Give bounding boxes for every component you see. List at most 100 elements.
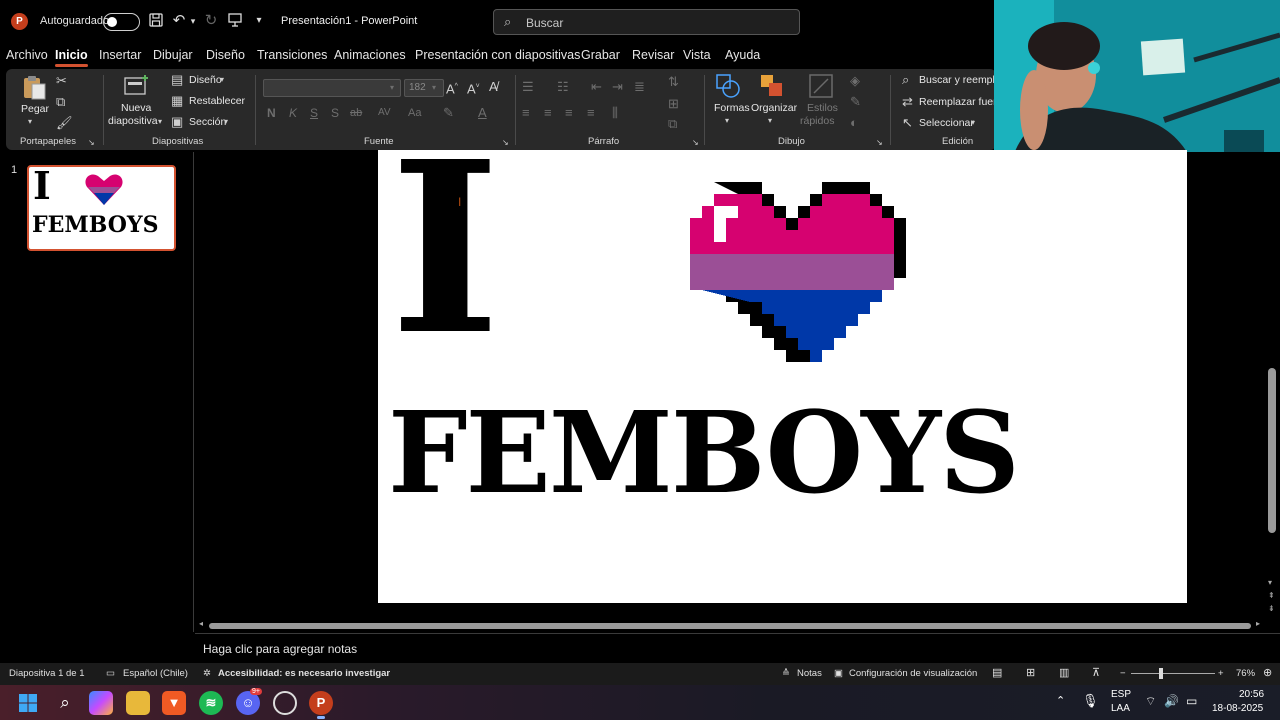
font-size-dropdown-icon[interactable]: ▾ bbox=[432, 80, 436, 96]
align-text-icon[interactable]: ⊞ bbox=[668, 96, 679, 112]
obs-icon[interactable] bbox=[273, 691, 297, 715]
align-right-icon[interactable]: ≡ bbox=[565, 105, 573, 121]
slideshow-icon[interactable]: ⊼ bbox=[1092, 666, 1100, 679]
input-language[interactable]: ESP bbox=[1111, 689, 1131, 700]
align-left-icon[interactable]: ≡ bbox=[522, 105, 530, 121]
shapes-dropdown-icon[interactable]: ▾ bbox=[725, 113, 729, 129]
tab-animaciones[interactable]: Animaciones bbox=[334, 48, 406, 62]
slide-thumbnail[interactable]: I FEMBOYS bbox=[27, 165, 176, 251]
layout-button[interactable]: Diseño bbox=[189, 74, 222, 86]
tab-revisar[interactable]: Revisar bbox=[632, 48, 674, 62]
shapes-button[interactable]: Formas bbox=[714, 102, 750, 114]
arrange-icon[interactable] bbox=[759, 73, 785, 99]
layout-dropdown-icon[interactable]: ▾ bbox=[220, 72, 224, 88]
cut-icon[interactable]: ✂ bbox=[56, 73, 67, 89]
proofing-icon[interactable]: ▭ bbox=[106, 668, 115, 679]
zoom-out-icon[interactable]: − bbox=[1120, 668, 1126, 679]
highlight-icon[interactable]: ✎ bbox=[443, 105, 454, 121]
present-icon[interactable] bbox=[226, 12, 244, 30]
normal-view-icon[interactable]: ▤ bbox=[992, 666, 1002, 679]
reset-icon[interactable]: ▦ bbox=[171, 93, 183, 109]
arrange-dropdown-icon[interactable]: ▾ bbox=[768, 113, 772, 129]
powerpoint-taskbar-icon[interactable]: P bbox=[309, 691, 333, 719]
slide-sorter-icon[interactable]: ⊞ bbox=[1026, 666, 1035, 679]
battery-icon[interactable]: ▭ bbox=[1186, 694, 1197, 708]
italic-button[interactable]: K bbox=[289, 105, 297, 121]
increase-indent-icon[interactable]: ⇥ bbox=[612, 79, 623, 95]
shape-effects-icon[interactable]: ◐ bbox=[850, 115, 858, 131]
shapes-icon[interactable] bbox=[715, 73, 741, 99]
reading-view-icon[interactable]: ▥ bbox=[1059, 666, 1069, 679]
clock-time[interactable]: 20:56 bbox=[1239, 689, 1264, 700]
tab-inicio[interactable]: Inicio bbox=[55, 48, 88, 67]
text-direction-icon[interactable]: ⇅ bbox=[668, 74, 679, 90]
file-explorer-icon[interactable] bbox=[126, 691, 150, 715]
align-center-icon[interactable]: ≡ bbox=[544, 105, 552, 121]
fit-to-window-icon[interactable]: ⊕ bbox=[1263, 666, 1272, 679]
slide-canvas[interactable]: I FEMBOYS bbox=[378, 150, 1187, 603]
notes-placeholder[interactable]: Haga clic para agregar notas bbox=[203, 642, 357, 656]
font-color-icon[interactable]: A bbox=[478, 105, 487, 121]
show-hidden-icons[interactable]: ⌃ bbox=[1056, 694, 1065, 707]
arrange-button[interactable]: Organizar bbox=[751, 102, 797, 114]
slide-word-femboys[interactable]: FEMBOYS bbox=[388, 398, 1020, 510]
find-icon[interactable]: ⌕ bbox=[902, 72, 909, 88]
tab-dibujar[interactable]: Dibujar bbox=[153, 48, 193, 62]
tab-grabar[interactable]: Grabar bbox=[581, 48, 620, 62]
notes-icon[interactable]: ≙ bbox=[782, 668, 790, 679]
keyboard-layout[interactable]: LAA bbox=[1111, 703, 1130, 714]
bisexual-heart-icon[interactable] bbox=[678, 182, 906, 362]
shadow-button[interactable]: S bbox=[331, 105, 339, 121]
bold-button[interactable]: N bbox=[267, 105, 276, 121]
decrease-font-icon[interactable]: A˅ bbox=[467, 79, 480, 97]
underline-button[interactable]: S bbox=[310, 105, 318, 121]
search-box[interactable]: ⌕ bbox=[493, 9, 800, 35]
clipboard-launcher-icon[interactable]: ↘ bbox=[88, 135, 95, 151]
new-slide-button-line2[interactable]: diapositiva bbox=[108, 115, 158, 127]
clear-formatting-icon[interactable]: A̸ bbox=[489, 79, 498, 95]
section-icon[interactable]: ▣ bbox=[171, 114, 183, 130]
quick-styles-button-line2[interactable]: rápidos bbox=[800, 115, 834, 127]
drawing-launcher-icon[interactable]: ↘ bbox=[876, 135, 883, 151]
scroll-right-icon[interactable]: ▸ bbox=[1256, 619, 1260, 628]
tab-transiciones[interactable]: Transiciones bbox=[257, 48, 327, 62]
customize-toolbar-icon[interactable]: ▾ bbox=[250, 12, 268, 30]
microphone-icon[interactable]: 🎙 bbox=[1082, 693, 1099, 709]
accessibility-icon[interactable]: ✲ bbox=[203, 668, 211, 679]
scroll-down-icon[interactable]: ▾ bbox=[1268, 578, 1272, 587]
undo-dropdown-icon[interactable]: ▾ bbox=[188, 12, 198, 30]
autosave-toggle[interactable] bbox=[103, 13, 140, 31]
tab-archivo[interactable]: Archivo bbox=[6, 48, 48, 62]
section-button[interactable]: Sección bbox=[189, 116, 226, 128]
font-launcher-icon[interactable]: ↘ bbox=[502, 135, 509, 151]
section-dropdown-icon[interactable]: ▾ bbox=[224, 114, 228, 130]
undo-icon[interactable]: ↶ bbox=[170, 12, 188, 30]
tab-diseno[interactable]: Diseño bbox=[206, 48, 245, 62]
select-icon[interactable]: ↖ bbox=[902, 115, 913, 131]
character-spacing-button[interactable]: AV bbox=[378, 105, 391, 121]
windows-start-icon[interactable] bbox=[16, 691, 40, 715]
notes-button[interactable]: Notas bbox=[797, 668, 822, 679]
shape-fill-icon[interactable]: ◈ bbox=[850, 73, 860, 89]
vertical-scrollbar[interactable] bbox=[1268, 368, 1276, 533]
paragraph-launcher-icon[interactable]: ↘ bbox=[692, 135, 699, 151]
copy-icon[interactable]: ⧉ bbox=[56, 94, 65, 110]
new-slide-button[interactable]: Nueva bbox=[121, 102, 151, 114]
wifi-icon[interactable]: ⌔ bbox=[1145, 694, 1156, 709]
save-icon[interactable] bbox=[147, 12, 165, 30]
tab-vista[interactable]: Vista bbox=[683, 48, 711, 62]
select-dropdown-icon[interactable]: ▾ bbox=[971, 115, 975, 131]
reset-button[interactable]: Restablecer bbox=[189, 95, 245, 107]
redo-icon[interactable]: ↻ bbox=[202, 12, 220, 30]
smartart-icon[interactable]: ⧉ bbox=[668, 116, 677, 132]
previous-slide-icon[interactable]: ⇞ bbox=[1268, 591, 1275, 600]
numbering-icon[interactable]: ☷ bbox=[557, 79, 569, 95]
view-settings-icon[interactable]: ▣ bbox=[834, 668, 843, 679]
bullets-icon[interactable]: ☰ bbox=[522, 79, 534, 95]
increase-font-icon[interactable]: A^ bbox=[446, 79, 458, 97]
columns-icon[interactable]: ⫼ bbox=[612, 105, 618, 121]
copilot-icon[interactable] bbox=[89, 691, 113, 715]
zoom-slider-thumb[interactable] bbox=[1159, 668, 1163, 679]
tab-ayuda[interactable]: Ayuda bbox=[725, 48, 760, 62]
find-button[interactable]: Buscar y reempla bbox=[919, 74, 1001, 86]
